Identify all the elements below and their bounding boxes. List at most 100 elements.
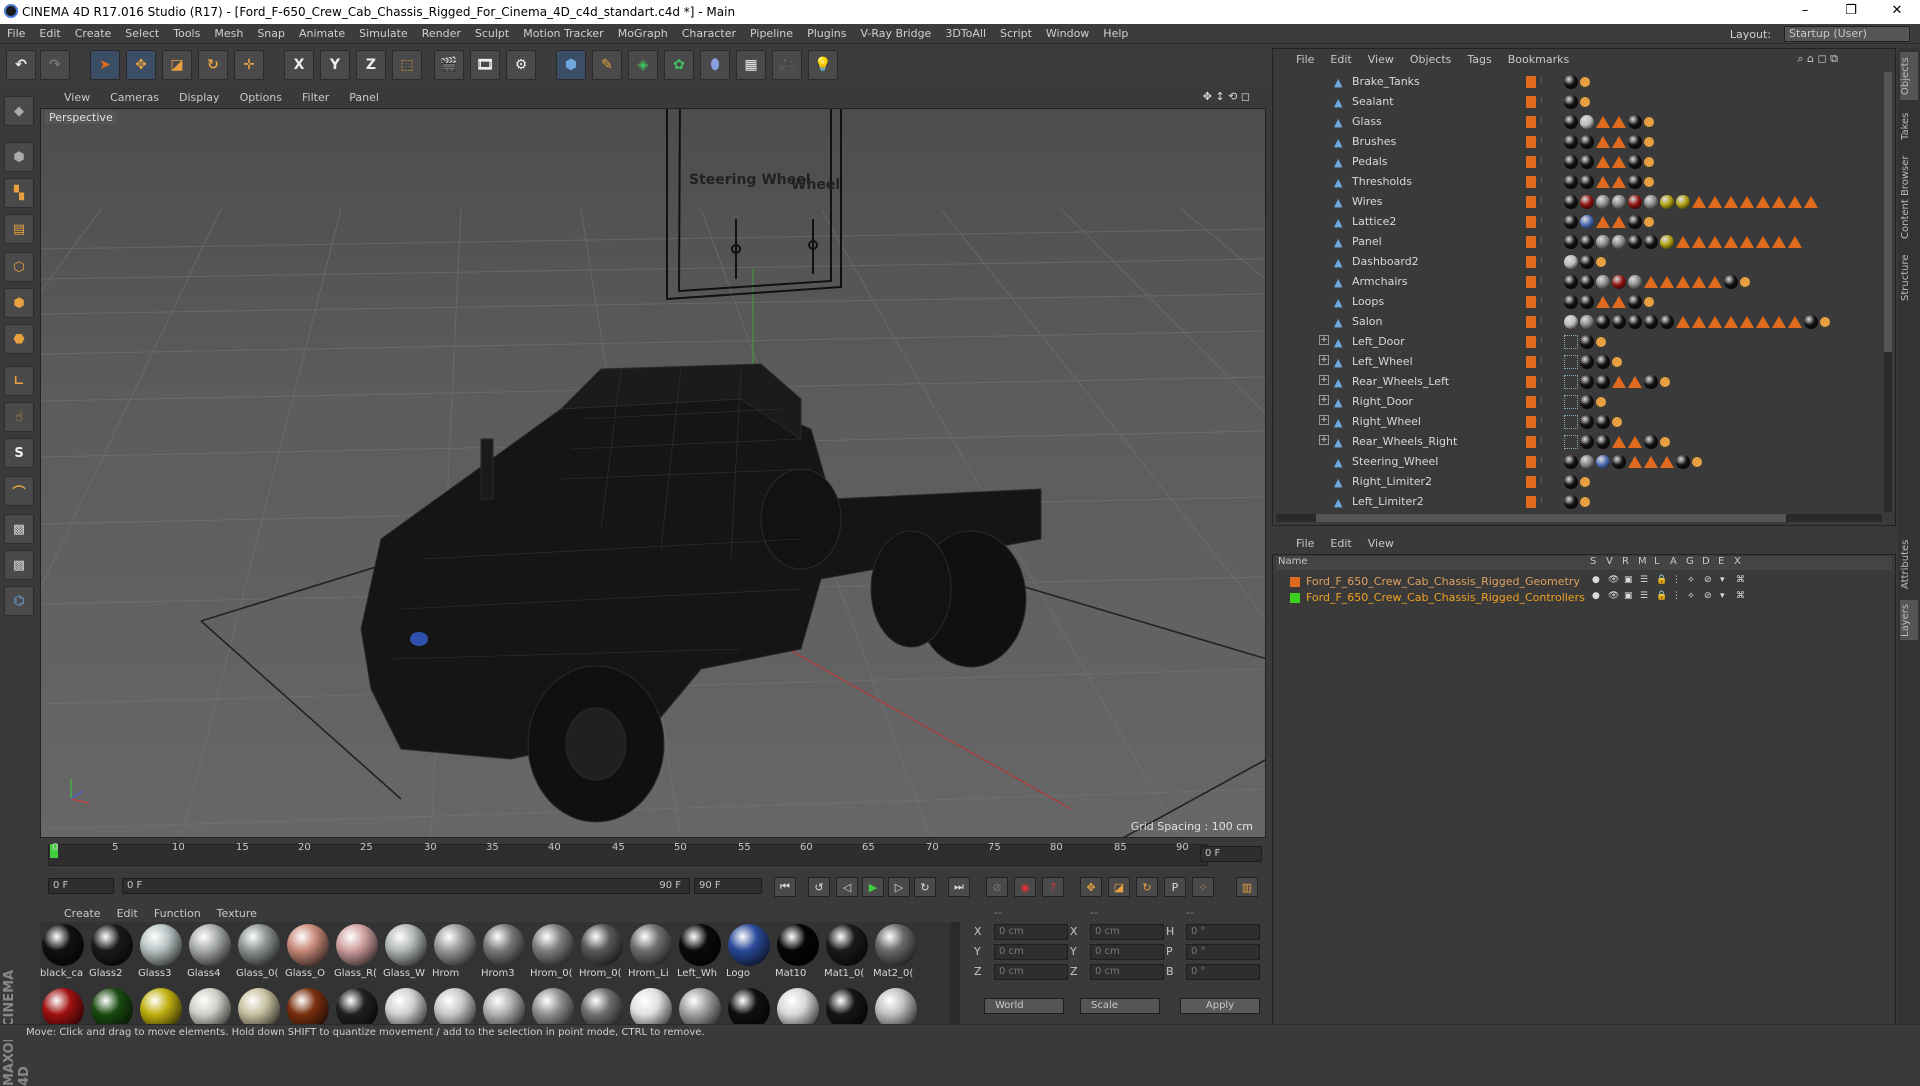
render-settings-icon[interactable]: ⚙ [506,50,536,80]
material-swatch[interactable]: Logo [726,922,772,979]
material-swatch[interactable] [775,986,821,1024]
goto-prev-key-icon[interactable]: ↺ [808,877,830,897]
expand-toggle-icon[interactable]: + [1319,375,1329,385]
material-tag-icon[interactable] [1564,155,1578,169]
visibility-dots-icon[interactable]: ⁝ [1540,336,1544,348]
phong-tag-icon[interactable] [1612,296,1626,308]
coordinate-system-icon[interactable]: ⬚ [392,50,422,80]
material-tag-icon[interactable] [1628,275,1642,289]
layer-col-view[interactable]: V [1606,556,1622,570]
material-tag-icon[interactable] [1564,495,1578,509]
material-tag-icon[interactable] [1580,295,1594,309]
visibility-dots-icon[interactable]: ⁝ [1540,456,1544,468]
material-tag-icon[interactable] [1580,375,1594,389]
tab-attributes[interactable]: Attributes [1900,534,1918,594]
tab-layers[interactable]: Layers [1900,600,1918,640]
object-name[interactable]: Rear_Wheels_Left [1352,375,1449,388]
goto-start-icon[interactable]: ⏮ [774,877,796,897]
render-picture-viewer-icon[interactable]: 🎞 [470,50,500,80]
key-param-icon[interactable]: P [1164,877,1186,897]
menu-window[interactable]: Window [1039,27,1096,40]
phong-tag-icon[interactable] [1708,236,1722,248]
layer-col-render[interactable]: R [1622,556,1638,570]
phong-tag-icon[interactable] [1644,456,1658,468]
visibility-dots-icon[interactable]: ⁝ [1540,316,1544,328]
close-button[interactable]: ✕ [1874,0,1920,24]
phong-tag-icon[interactable] [1628,376,1642,388]
menu-tools[interactable]: Tools [166,27,207,40]
layer-flag-icon[interactable]: ☰ [1640,591,1648,601]
phong-tag-icon[interactable] [1660,456,1674,468]
selection-tag-icon[interactable] [1580,97,1590,107]
phong-tag-icon[interactable] [1596,216,1610,228]
array-icon[interactable]: ✿ [664,50,694,80]
layer-name[interactable]: Ford_F_650_Crew_Cab_Chassis_Rigged_Geome… [1306,575,1580,588]
pen-spline-icon[interactable]: ✎ [592,50,622,80]
light-icon[interactable]: 💡 [808,50,838,80]
record-keys-icon[interactable]: ◉ [1014,877,1036,897]
material-tag-icon[interactable] [1724,275,1738,289]
material-tag-icon[interactable] [1612,315,1626,329]
phong-tag-icon[interactable] [1596,156,1610,168]
material-tag-icon[interactable] [1596,435,1610,449]
object-name[interactable]: Sealant [1352,95,1394,108]
obj-menu-tags[interactable]: Tags [1459,53,1499,66]
material-tag-icon[interactable] [1676,195,1690,209]
material-swatch[interactable]: Mat1_0( [824,922,870,979]
material-tag-icon[interactable] [1580,215,1594,229]
key-pla-icon[interactable]: ⁘ [1192,877,1214,897]
expand-toggle-icon[interactable]: + [1319,335,1329,345]
phong-tag-icon[interactable] [1724,316,1738,328]
grid-snap-icon[interactable]: ▩ [4,550,34,580]
visibility-dots-icon[interactable]: ⁝ [1540,476,1544,488]
material-tag-icon[interactable] [1564,215,1578,229]
coord-field[interactable]: 0 cm [1090,924,1164,940]
obj-menu-view[interactable]: View [1360,53,1402,66]
range-slider[interactable]: 0 F 90 F [122,878,690,894]
key-rotation-icon[interactable]: ↻ [1136,877,1158,897]
subdivision-surface-icon[interactable]: ◈ [628,50,658,80]
layer-color-swatch[interactable] [1526,216,1536,228]
phong-tag-icon[interactable] [1660,276,1674,288]
selection-tag-icon[interactable] [1596,337,1606,347]
phong-tag-icon[interactable] [1772,236,1786,248]
selection-tag-icon[interactable] [1644,297,1654,307]
layer-color-swatch[interactable] [1526,116,1536,128]
phong-tag-icon[interactable] [1628,456,1642,468]
object-row[interactable]: + ▲ Right_Door ⁝ [1272,392,1890,412]
layer-flag-icon[interactable]: ⋮ [1672,575,1681,585]
null-tag-icon[interactable] [1564,395,1578,409]
key-position-icon[interactable]: ✥ [1080,877,1102,897]
object-row[interactable]: ▲ Armchairs ⁝ [1272,272,1890,292]
material-tag-icon[interactable] [1564,315,1578,329]
layer-color-swatch[interactable] [1526,436,1536,448]
material-tag-icon[interactable] [1580,175,1594,189]
obj-menu-file[interactable]: File [1288,53,1322,66]
object-name[interactable]: Lattice2 [1352,215,1396,228]
viewport-nav-icons[interactable]: ✥ ↕ ⟲ ◻ [1193,90,1260,103]
layer-menu-file[interactable]: File [1288,537,1322,550]
visibility-dots-icon[interactable]: ⁝ [1540,416,1544,428]
snap-icon[interactable]: S [4,438,34,468]
material-tag-icon[interactable] [1580,275,1594,289]
object-vscrollbar[interactable] [1884,72,1892,512]
phong-tag-icon[interactable] [1756,316,1770,328]
material-tag-icon[interactable] [1564,455,1578,469]
material-tag-icon[interactable] [1580,355,1594,369]
menu-mesh[interactable]: Mesh [207,27,250,40]
layer-flag-icon[interactable]: ▾ [1720,575,1725,585]
start-frame-field[interactable]: 0 F [48,878,114,894]
material-swatch[interactable]: Left_Wh [677,922,723,979]
material-tag-icon[interactable] [1564,275,1578,289]
coord-field[interactable]: 0 ° [1186,924,1260,940]
material-swatch[interactable] [432,986,478,1024]
layer-col-solo[interactable]: S [1590,556,1606,570]
object-name[interactable]: Steering_Wheel [1352,455,1438,468]
material-tag-icon[interactable] [1580,255,1594,269]
material-tag-icon[interactable] [1564,295,1578,309]
make-editable-icon[interactable]: ◆ [4,96,34,126]
phong-tag-icon[interactable] [1612,136,1626,148]
texture-mode-icon[interactable]: ▚ [4,178,34,208]
object-name[interactable]: Glass [1352,115,1382,128]
phong-tag-icon[interactable] [1724,236,1738,248]
